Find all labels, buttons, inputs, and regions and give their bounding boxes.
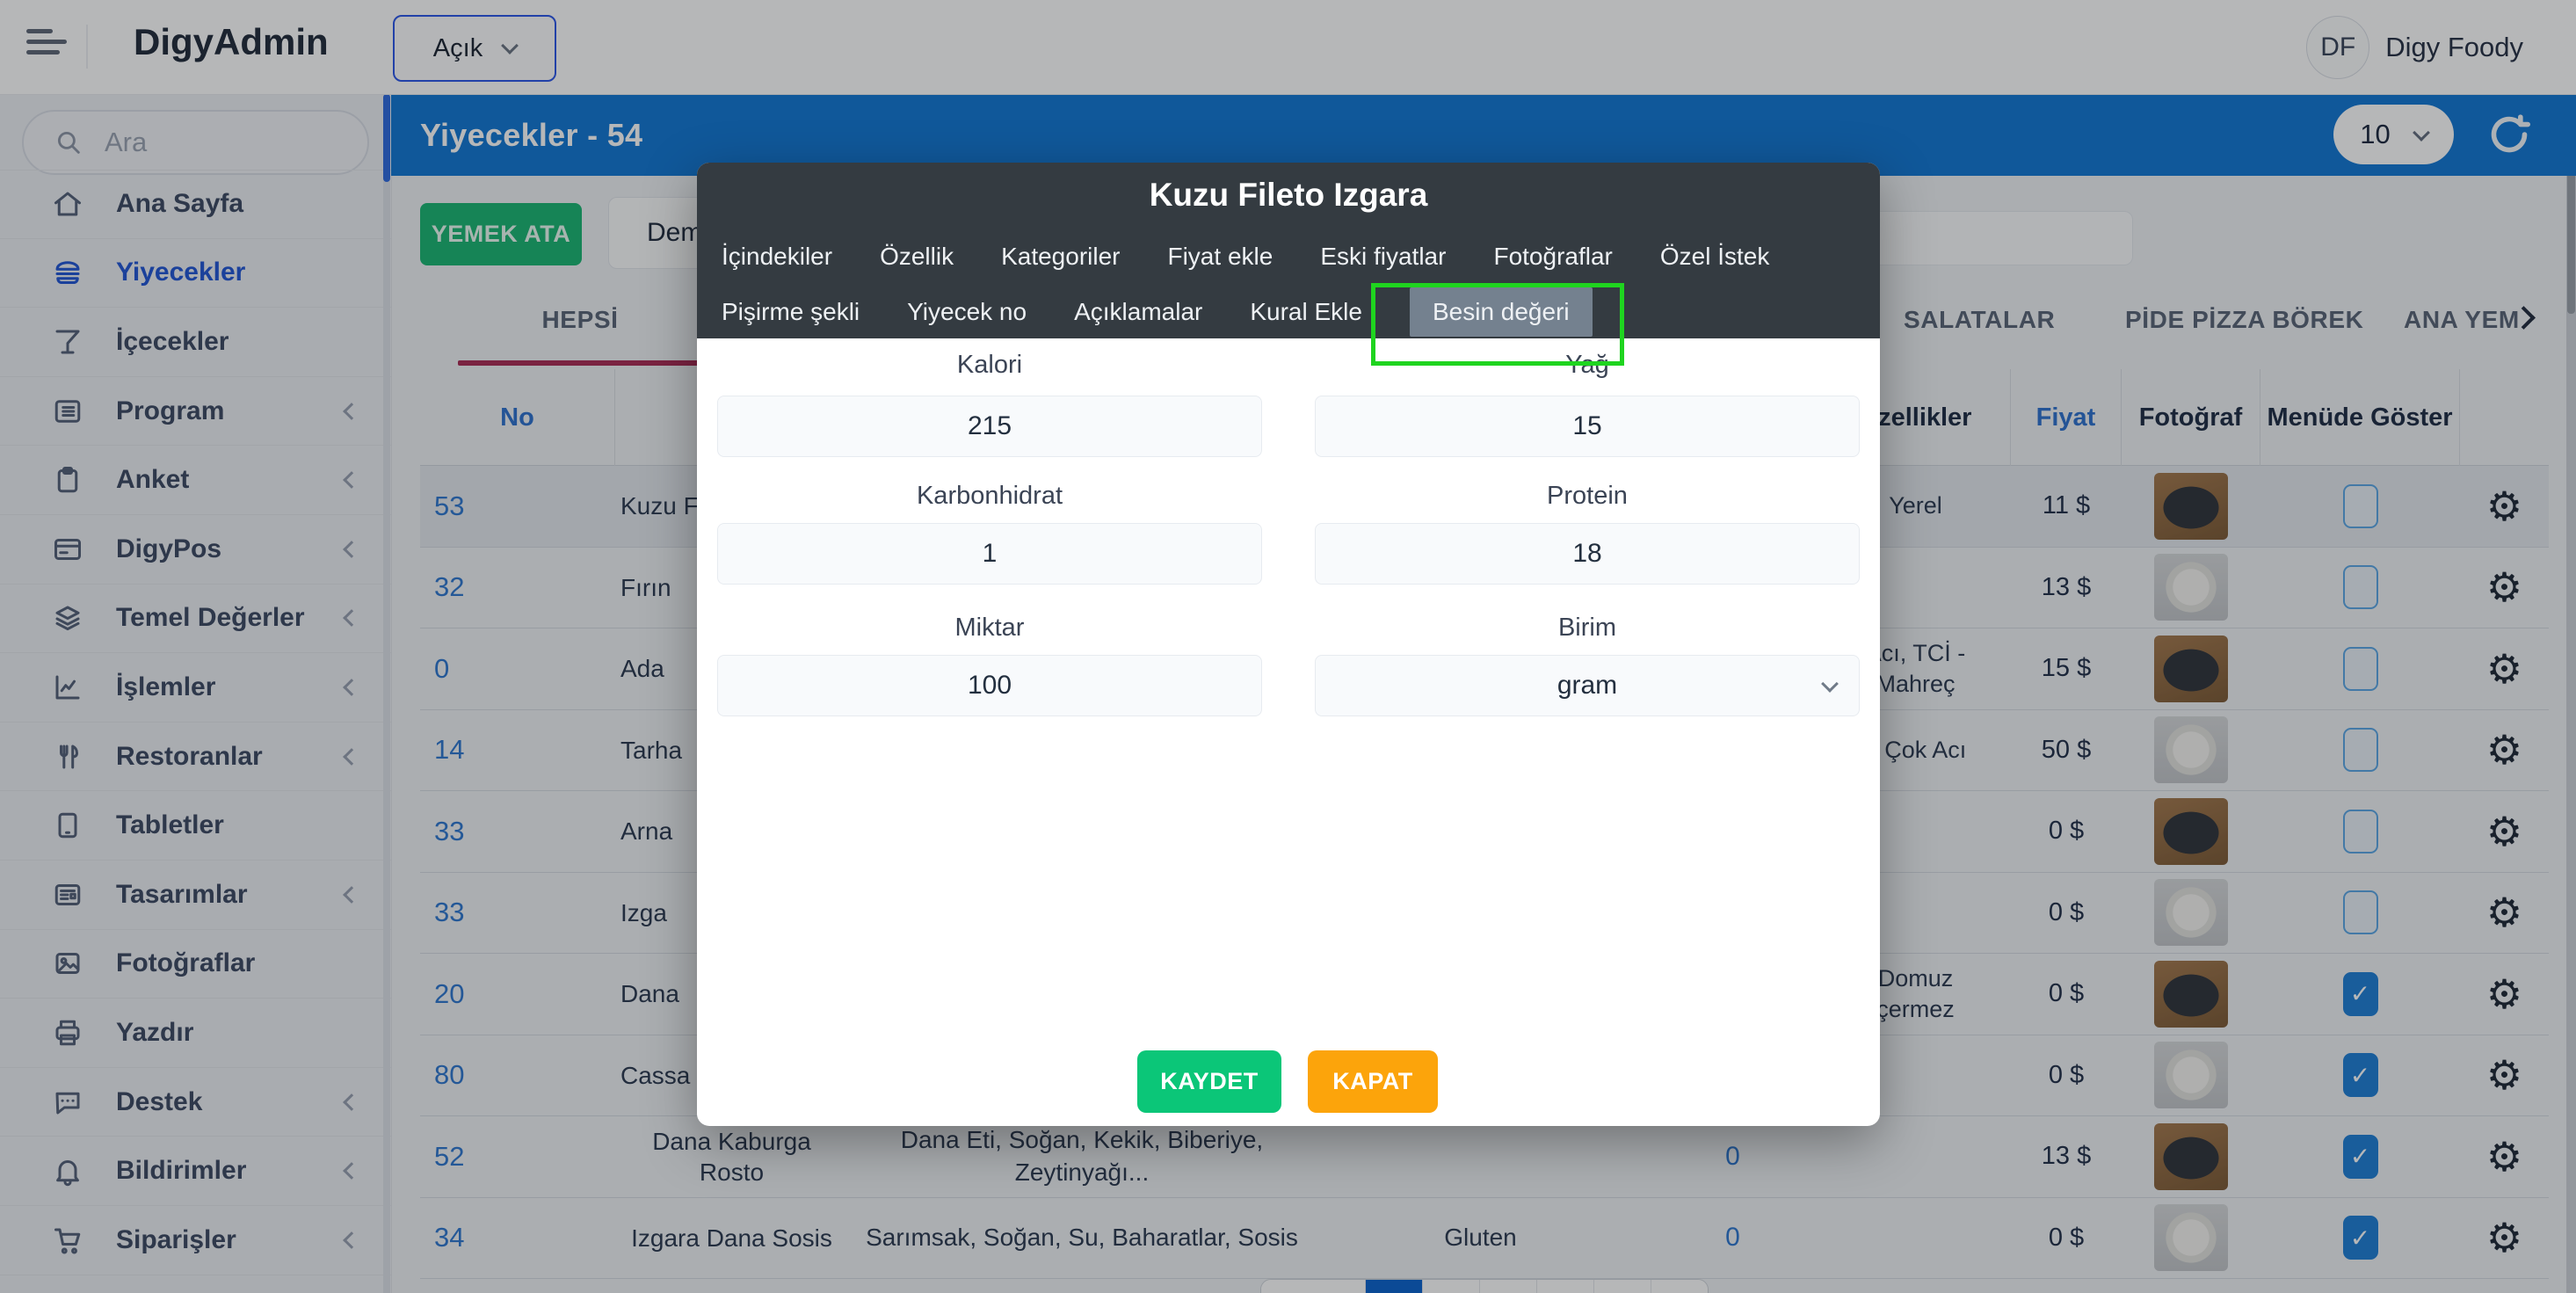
modal-tabs-row1: İçindekilerÖzellikKategorilerFiyat ekleE… [722,236,1866,277]
modal-tab-fiyat-ekle[interactable]: Fiyat ekle [1167,232,1273,281]
modal-header: Kuzu Fileto Izgara İçindekilerÖzellikKat… [697,163,1880,338]
modal-title: Kuzu Fileto Izgara [697,177,1880,214]
food-detail-modal: Kuzu Fileto Izgara İçindekilerÖzellikKat… [697,163,1880,1126]
modal-tab-i-indekiler[interactable]: İçindekiler [722,232,832,281]
modal-tab-zel-i-stek[interactable]: Özel İstek [1660,232,1769,281]
miktar-input[interactable]: 100 [717,655,1262,716]
field-label-miktar: Miktar [717,614,1262,643]
modal-tab-yiyecek-no[interactable]: Yiyecek no [907,287,1027,337]
modal-tab-kategoriler[interactable]: Kategoriler [1001,232,1120,281]
kalori-input[interactable]: 215 [717,396,1262,457]
field-label-kalori: Kalori [717,351,1262,380]
field-label-karbonhidrat: Karbonhidrat [717,482,1262,511]
yag-input[interactable]: 15 [1315,396,1860,457]
close-button[interactable]: KAPAT [1308,1050,1438,1113]
birim-select-value: gram [1557,671,1617,701]
birim-select[interactable]: gram [1315,655,1860,716]
modal-tab-a-klamalar[interactable]: Açıklamalar [1074,287,1202,337]
modal-tab-pi-irme-ekli[interactable]: Pişirme şekli [722,287,860,337]
modal-body: Kalori Yağ 215 15 Karbonhidrat Protein 1… [697,338,1880,1126]
field-label-birim: Birim [1315,614,1860,643]
save-button[interactable]: KAYDET [1137,1050,1281,1113]
modal-tab-eski-fiyatlar[interactable]: Eski fiyatlar [1320,232,1446,281]
chevron-down-icon [1821,675,1839,693]
karbonhidrat-input[interactable]: 1 [717,523,1262,585]
modal-tab-kural-ekle[interactable]: Kural Ekle [1250,287,1362,337]
modal-tab-zellik[interactable]: Özellik [880,232,954,281]
modal-tabs-row2: Pişirme şekli Yiyecek no Açıklamalar Kural … [722,284,1866,340]
field-label-protein: Protein [1315,482,1860,511]
protein-input[interactable]: 18 [1315,523,1860,585]
modal-tab-foto-raflar[interactable]: Fotoğraflar [1493,232,1612,281]
annotation-highlight-box [1371,283,1624,366]
